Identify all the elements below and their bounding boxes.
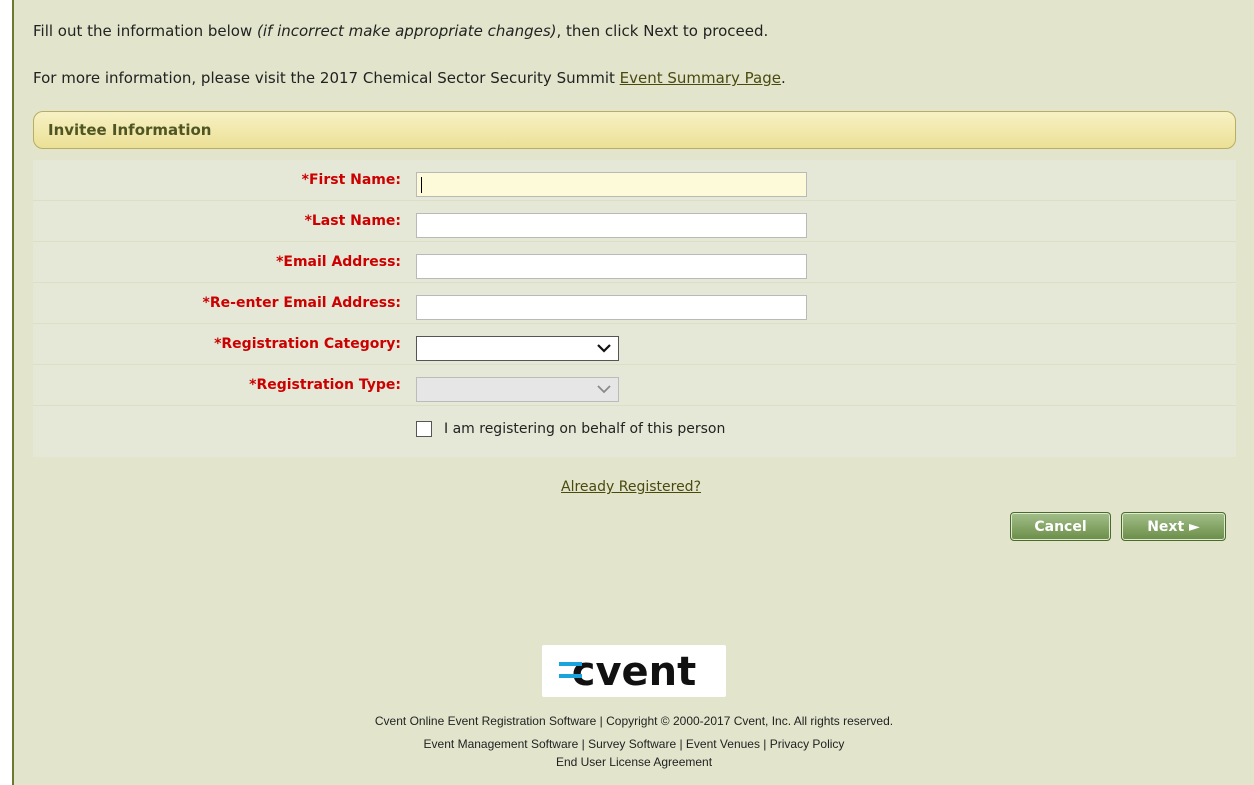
footer-links[interactable]: Event Management Software | Survey Softw… [14, 737, 1254, 751]
cvent-logo[interactable]: cvent [542, 645, 726, 697]
email-input[interactable] [416, 254, 807, 279]
section-title: Invitee Information [48, 121, 212, 139]
first-name-row: *First Name: [33, 160, 1236, 201]
chevron-down-icon [597, 344, 611, 353]
registration-type-row: *Registration Type: [33, 365, 1236, 406]
chevron-down-icon [597, 385, 611, 394]
last-name-input[interactable] [416, 213, 807, 238]
registration-category-select[interactable] [416, 336, 619, 361]
cancel-button[interactable]: Cancel [1010, 512, 1111, 541]
next-button[interactable]: Next ► [1121, 512, 1226, 541]
text-caret [421, 177, 422, 193]
reenter-email-input[interactable] [416, 295, 807, 320]
behalf-row: I am registering on behalf of this perso… [33, 406, 1236, 457]
more-info-period: . [780, 69, 786, 87]
footer-copyright: Cvent Online Event Registration Software… [374, 714, 894, 728]
event-summary-link[interactable]: Event Summary Page [620, 69, 781, 87]
more-info-text: For more information, please visit the 2… [33, 69, 620, 87]
intro-more-info: For more information, please visit the 2… [33, 69, 786, 87]
registration-type-label: *Registration Type: [249, 377, 401, 393]
last-name-label: *Last Name: [304, 213, 401, 229]
left-border [0, 0, 14, 785]
behalf-label: I am registering on behalf of this perso… [444, 421, 726, 437]
reenter-email-label: *Re-enter Email Address: [202, 295, 401, 311]
email-row: *Email Address: [33, 242, 1236, 283]
registration-type-select[interactable] [416, 377, 619, 402]
reenter-email-row: *Re-enter Email Address: [33, 283, 1236, 324]
intro-italic-text: (if incorrect make appropriate changes) [257, 22, 557, 40]
footer-eula-link[interactable]: End User License Agreement [14, 755, 1254, 769]
intro-instructions: Fill out the information below (if incor… [33, 22, 768, 40]
svg-text:cvent: cvent [572, 649, 697, 695]
behalf-checkbox[interactable] [416, 421, 432, 437]
registration-page: Fill out the information below (if incor… [14, 0, 1254, 785]
registration-category-row: *Registration Category: [33, 324, 1236, 365]
first-name-input[interactable] [416, 172, 807, 197]
intro-text-end: , then click Next to proceed. [556, 22, 769, 40]
first-name-label: *First Name: [301, 172, 401, 188]
last-name-row: *Last Name: [33, 201, 1236, 242]
already-registered-link[interactable]: Already Registered? [561, 479, 701, 495]
registration-category-label: *Registration Category: [214, 336, 401, 352]
invitee-form: *First Name: *Last Name: *Email Address:… [33, 160, 1236, 457]
intro-text: Fill out the information below [33, 22, 257, 40]
cvent-logo-mark: cvent [559, 649, 697, 695]
invitee-information-header: Invitee Information [33, 111, 1236, 149]
email-label: *Email Address: [276, 254, 401, 270]
